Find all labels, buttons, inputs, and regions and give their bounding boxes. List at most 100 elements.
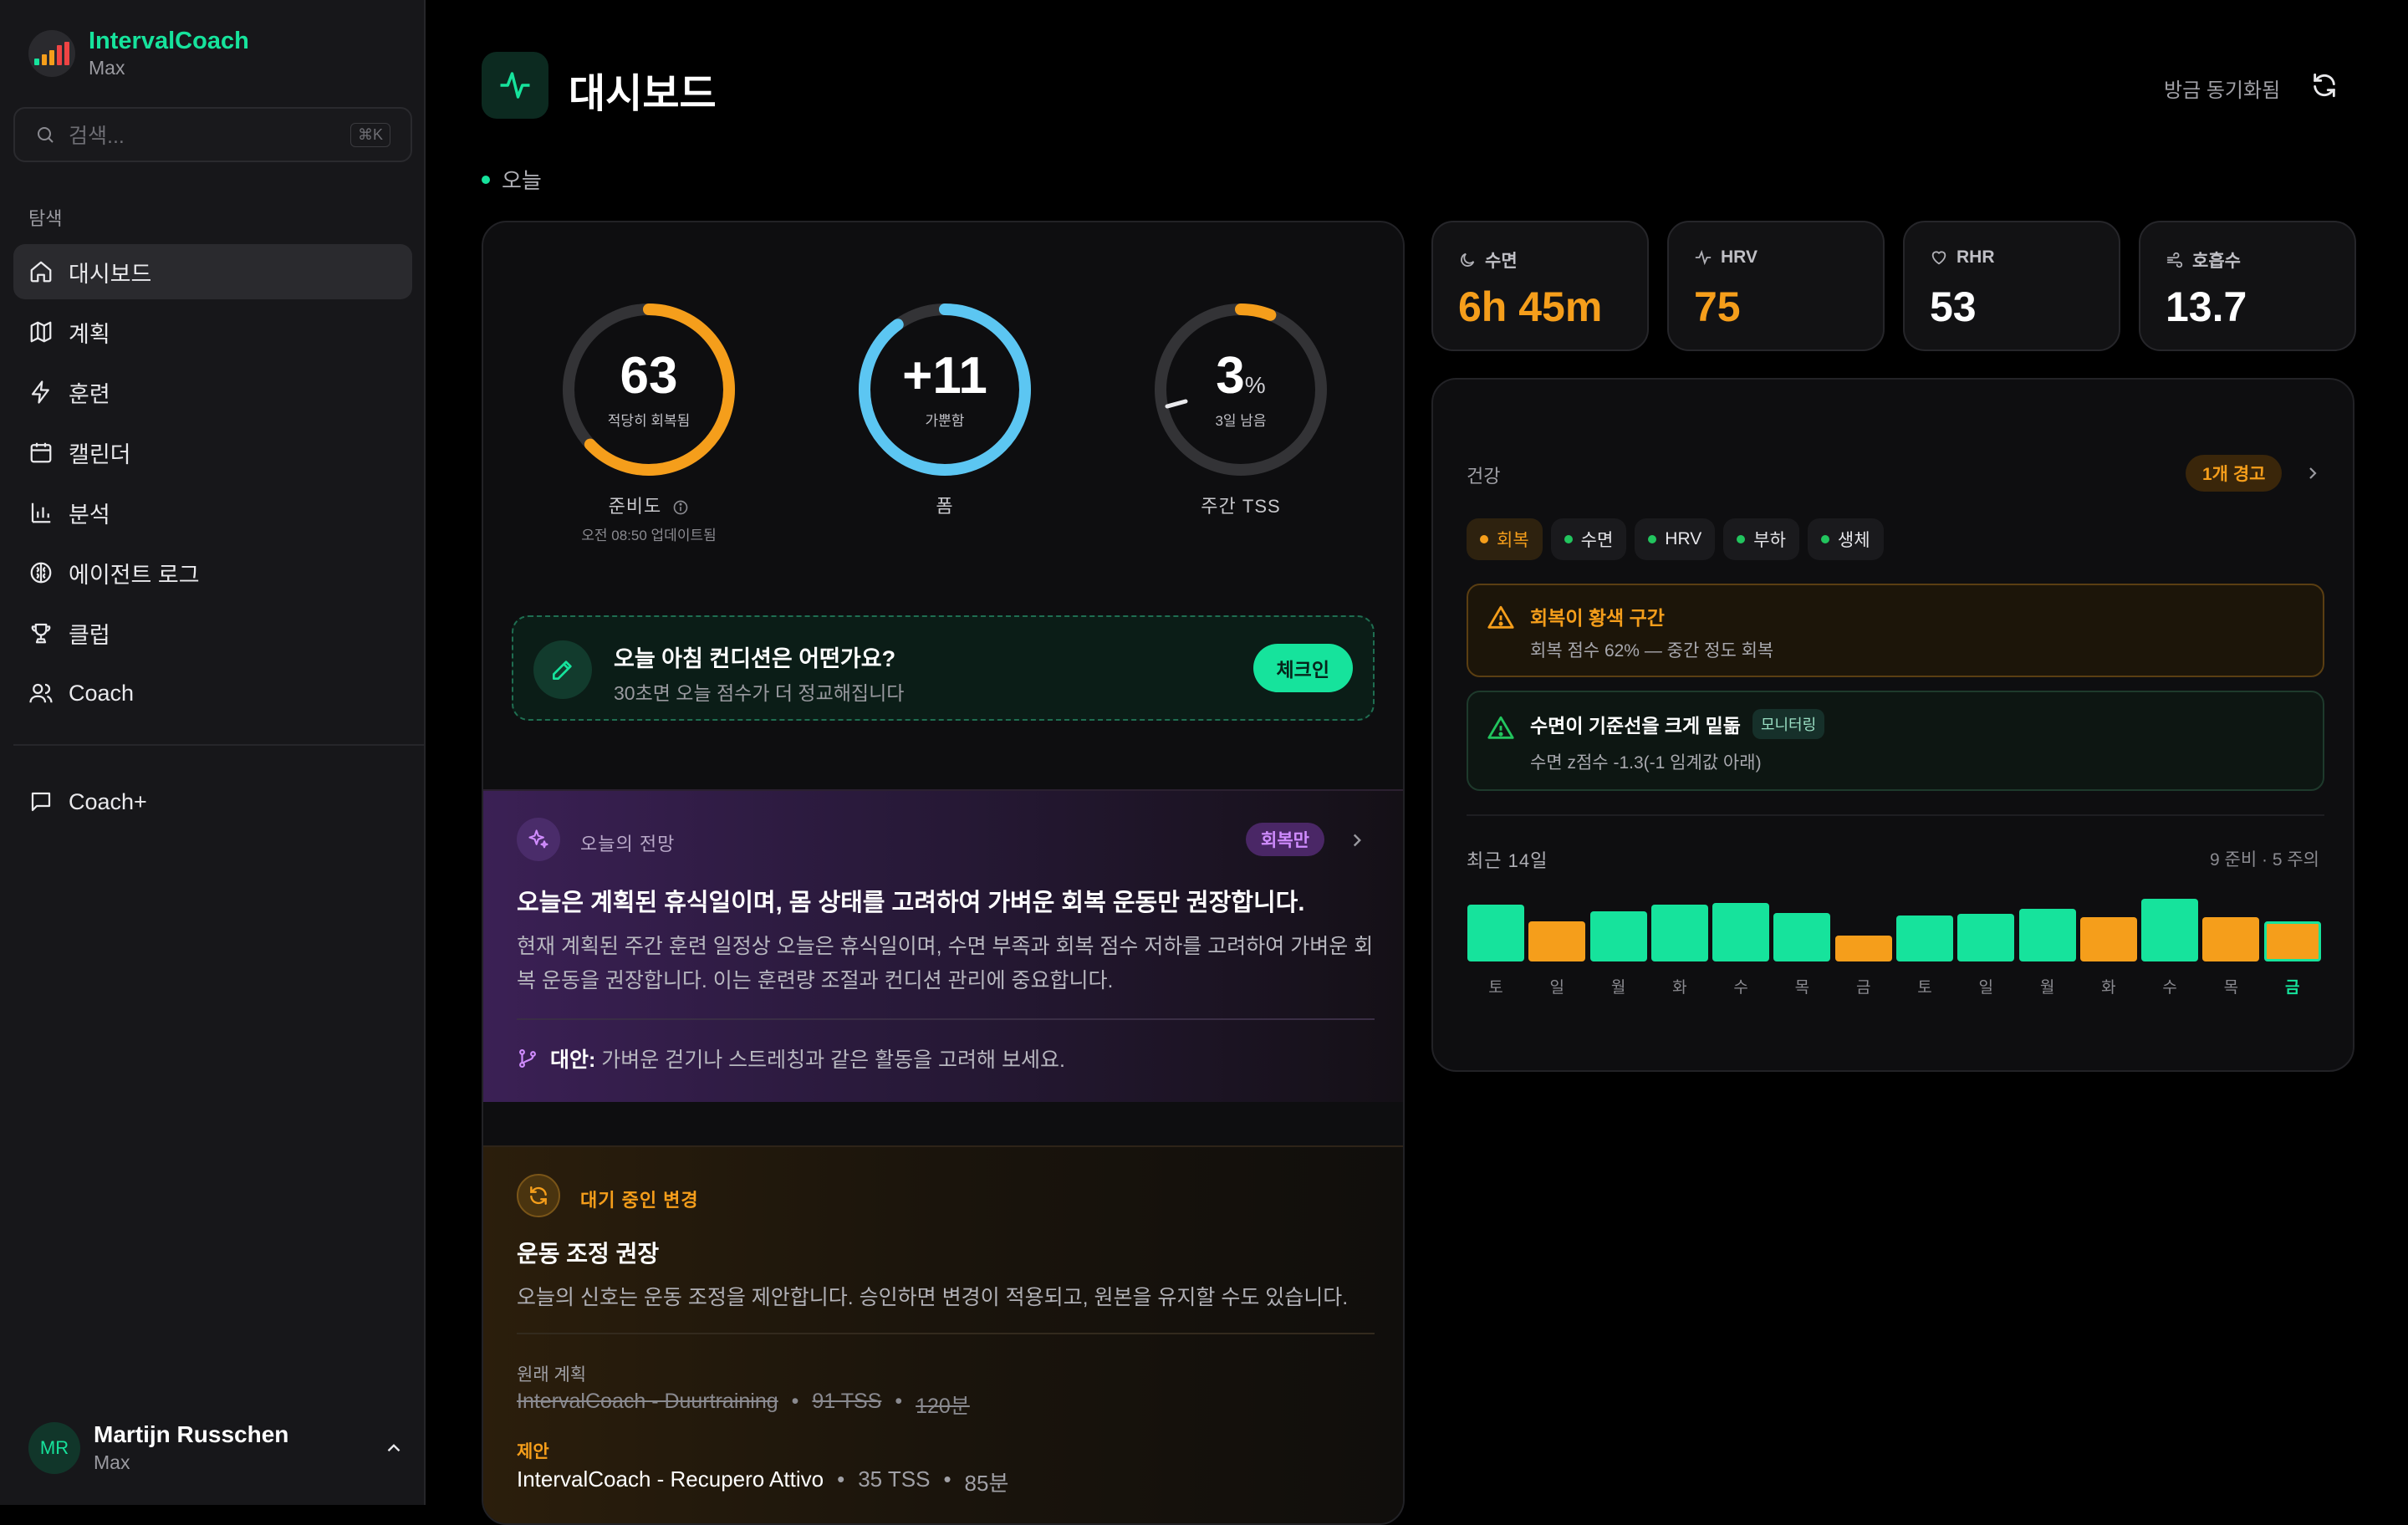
gauge-value: +11	[902, 346, 987, 405]
sidebar-item-training[interactable]: 훈련	[13, 365, 412, 420]
day-bar[interactable]	[1896, 916, 1953, 961]
today-label: 오늘	[482, 164, 542, 195]
refresh-button[interactable]	[2308, 69, 2341, 102]
sidebar-item-analysis[interactable]: 분석	[13, 485, 412, 540]
tab-load[interactable]: 부하	[1723, 518, 1799, 560]
sidebar-item-dashboard[interactable]: 대시보드	[13, 244, 412, 299]
alternative-text: 가벼운 걷기나 스트레칭과 같은 활동을 고려해 보세요.	[601, 1048, 1065, 1072]
warning-triangle-icon	[1487, 604, 1515, 632]
proposal-label: 제안	[517, 1442, 549, 1461]
day-bar[interactable]	[1589, 911, 1647, 961]
divider	[517, 1333, 1375, 1334]
moon-icon	[1458, 251, 1477, 269]
day-bar[interactable]	[2018, 909, 2076, 961]
divider	[517, 1018, 1375, 1020]
app-name: IntervalCoach	[89, 28, 249, 54]
avatar: MR	[28, 1421, 80, 1474]
user-subtitle: Max	[94, 1451, 130, 1473]
home-icon	[28, 259, 54, 284]
day-bar[interactable]	[2141, 899, 2199, 961]
checkin-button[interactable]: 체크인	[1252, 644, 1353, 692]
tab-sleep[interactable]: 수면	[1550, 518, 1627, 560]
day-label: 일	[1978, 979, 1994, 997]
metric-value: 6h 45m	[1458, 283, 1603, 330]
sidebar-item-plan[interactable]: 계획	[13, 304, 412, 360]
chevron-right-icon[interactable]	[1346, 829, 1368, 851]
day-label: 목	[2223, 979, 2239, 997]
activity-icon	[482, 52, 548, 119]
alert-recovery[interactable]: 회복이 황색 구간 회복 점수 62% — 중간 정도 회복	[1467, 584, 2324, 677]
day-label: 월	[2039, 979, 2055, 997]
chevron-right-icon[interactable]	[2303, 463, 2323, 483]
metric-respiration[interactable]: 호흡수 13.7	[2139, 221, 2356, 351]
alert-subtitle: 수면 z점수 -1.3(-1 임계값 아래)	[1530, 753, 1762, 773]
divider	[1467, 814, 2324, 816]
day-bar[interactable]	[1834, 936, 1892, 961]
day-label: 월	[1610, 979, 1626, 997]
chevron-up-icon[interactable]	[383, 1437, 405, 1459]
outlook-alternative: 대안: 가벼운 걷기나 스트레칭과 같은 활동을 고려해 보세요.	[517, 1043, 1065, 1074]
sidebar-item-coach-plus[interactable]: Coach+	[13, 774, 412, 829]
sidebar-item-calendar[interactable]: 캘린더	[13, 425, 412, 480]
alert-sleep[interactable]: 수면이 기준선을 크게 밑돎 모니터링 수면 z점수 -1.3(-1 임계값 아…	[1467, 691, 2324, 791]
heart-icon	[1930, 248, 1948, 267]
day-bar[interactable]	[2202, 917, 2260, 961]
form-gauge[interactable]: +11 가뿐함 폼	[853, 298, 1037, 518]
day-label: 토	[1917, 979, 1932, 997]
gauge-label: 준비도	[557, 492, 741, 518]
gauge-value: 3	[1216, 346, 1245, 405]
sidebar-item-label: Coach+	[69, 788, 147, 814]
alert-subtitle: 회복 점수 62% — 중간 정도 회복	[1530, 641, 1774, 660]
gauge-status: 3일 남음	[1215, 412, 1267, 429]
metric-value: 53	[1930, 283, 1977, 330]
health-tabs: 회복 수면 HRV 부하 생체	[1467, 518, 1884, 560]
alert-title-text: 수면이 기준선을 크게 밑돎	[1530, 715, 1741, 737]
sidebar-item-label: 클럽	[69, 622, 110, 648]
day-bar[interactable]	[2079, 917, 2137, 961]
metric-sleep[interactable]: 수면 6h 45m	[1431, 221, 1649, 351]
logo-icon	[28, 30, 75, 78]
original-plan: IntervalCoach - Duurtraining • 91 TSS • …	[517, 1390, 970, 1418]
message-square-icon	[28, 789, 54, 814]
day-bar[interactable]	[1467, 905, 1524, 961]
health-card: 건강 1개 경고 회복 수면 HRV 부하 생체 회복이 황색 구간 회복 점수…	[1431, 378, 2354, 1072]
tab-hrv[interactable]: HRV	[1635, 518, 1716, 560]
day-bar[interactable]	[1712, 903, 1770, 961]
metric-rhr[interactable]: RHR 53	[1903, 221, 2120, 351]
sidebar-item-agent-log[interactable]: 에이전트 로그	[13, 545, 412, 600]
lightning-icon	[28, 380, 54, 405]
proposed-workout-name: IntervalCoach - Recupero Attivo	[517, 1466, 824, 1492]
original-workout-name: IntervalCoach - Duurtraining	[517, 1390, 778, 1413]
day-bar[interactable]	[1650, 905, 1708, 961]
day-bar[interactable]	[1528, 921, 1586, 961]
search-input[interactable]: 검색... ⌘K	[13, 107, 412, 162]
weekly-tss-gauge[interactable]: 3% 3일 남음 주간 TSS	[1149, 298, 1333, 518]
daily-outlook[interactable]: 오늘의 전망 회복만 오늘은 계획된 휴식일이며, 몸 상태를 고려하여 가벼운…	[483, 789, 1403, 1102]
sidebar-item-coach[interactable]: Coach	[13, 666, 412, 721]
recent-days-summary: 9 준비 · 5 주의	[2210, 850, 2319, 870]
recent-days-label: 최근 14일	[1467, 850, 1548, 871]
user-menu[interactable]: MR Martijn Russchen Max	[28, 1421, 405, 1474]
gauge-unit: %	[1244, 371, 1266, 398]
warning-count-badge[interactable]: 1개 경고	[2186, 455, 2283, 492]
checkin-title: 오늘 아침 컨디션은 어떤가요?	[614, 646, 896, 671]
tab-recovery[interactable]: 회복	[1467, 518, 1543, 560]
day-bar[interactable]	[1773, 913, 1831, 961]
sidebar-item-club[interactable]: 클럽	[13, 605, 412, 660]
info-icon[interactable]	[672, 499, 689, 516]
day-label: 금	[1855, 979, 1871, 997]
tab-biometrics[interactable]: 생체	[1807, 518, 1884, 560]
gauge-label: 폼	[936, 496, 954, 517]
sparkles-icon	[517, 818, 560, 861]
day-bar[interactable]	[1957, 914, 2015, 961]
pending-title: 운동 조정 권장	[517, 1241, 660, 1267]
search-placeholder: 검색...	[69, 125, 125, 148]
day-bar[interactable]	[2263, 921, 2321, 961]
health-title: 건강	[1467, 466, 1501, 487]
readiness-gauge[interactable]: 63 적당히 회복됨 준비도 오전 08:50 업데이트됨	[557, 298, 741, 544]
metric-hrv[interactable]: HRV 75	[1667, 221, 1885, 351]
bar-chart-icon	[28, 500, 54, 525]
sidebar: IntervalCoach Max 검색... ⌘K 탐색 대시보드 계획 훈련…	[0, 0, 426, 1505]
tab-label: 회복	[1497, 531, 1529, 550]
brand[interactable]: IntervalCoach Max	[28, 28, 249, 79]
